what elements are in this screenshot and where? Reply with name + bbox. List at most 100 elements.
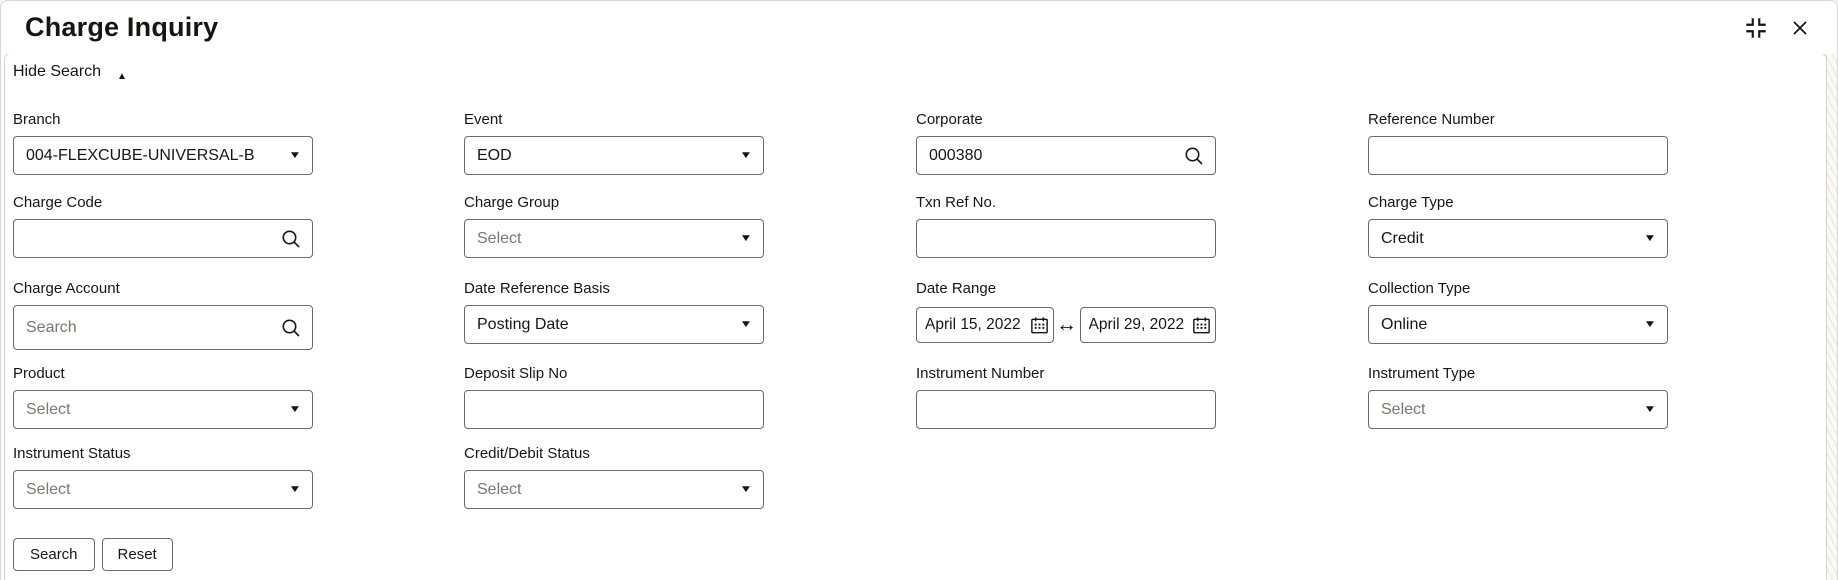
date-reference-basis-dropdown[interactable]: Posting Date ▼ <box>464 305 764 344</box>
charge-type-dropdown[interactable]: Credit ▼ <box>1368 219 1668 258</box>
field-charge-code: Charge Code <box>13 193 313 258</box>
search-icon[interactable] <box>280 228 302 250</box>
field-reference-number: Reference Number <box>1368 110 1668 175</box>
date-range-control: April 15, 2022 ↔ April <box>916 307 1216 343</box>
charge-account-lov-field <box>13 305 313 350</box>
corporate-input[interactable] <box>917 137 1215 174</box>
deposit-slip-no-input[interactable] <box>465 391 763 428</box>
field-credit-debit-status: Credit/Debit Status Select ▼ <box>464 444 764 509</box>
calendar-icon[interactable] <box>1191 315 1212 336</box>
calendar-icon[interactable] <box>1029 315 1050 336</box>
hide-search-toggle[interactable]: Hide Search ▲ <box>13 62 127 82</box>
instrument-status-dropdown[interactable]: Select ▼ <box>13 470 313 509</box>
date-from-field[interactable]: April 15, 2022 <box>916 307 1054 343</box>
field-charge-group: Charge Group Select ▼ <box>464 193 764 258</box>
field-deposit-slip-no: Deposit Slip No <box>464 364 764 429</box>
product-placeholder: Select <box>26 401 282 419</box>
reference-number-input[interactable] <box>1369 137 1667 174</box>
field-event: Event EOD ▼ <box>464 110 764 175</box>
field-label: Date Reference Basis <box>464 279 764 298</box>
date-reference-basis-value: Posting Date <box>477 316 733 334</box>
chevron-down-icon: ▼ <box>288 404 301 415</box>
date-to-value: April 29, 2022 <box>1089 316 1192 334</box>
chevron-up-icon: ▲ <box>117 71 127 82</box>
field-label: Event <box>464 110 764 129</box>
collapse-icon <box>1743 15 1769 41</box>
field-instrument-number: Instrument Number <box>916 364 1216 429</box>
page-title: Charge Inquiry <box>25 12 218 43</box>
chevron-down-icon: ▼ <box>739 233 752 244</box>
close-window-button[interactable] <box>1785 13 1815 43</box>
chevron-down-icon: ▼ <box>1643 233 1656 244</box>
range-arrow-icon: ↔ <box>1054 313 1080 337</box>
txn-ref-no-field <box>916 219 1216 258</box>
field-instrument-type: Instrument Type Select ▼ <box>1368 364 1668 429</box>
field-label: Charge Code <box>13 193 313 212</box>
field-label: Txn Ref No. <box>916 193 1216 212</box>
credit-debit-status-placeholder: Select <box>477 481 733 499</box>
chevron-down-icon: ▼ <box>288 150 301 161</box>
collection-type-value: Online <box>1381 316 1637 334</box>
collapse-window-button[interactable] <box>1741 13 1771 43</box>
field-label: Charge Type <box>1368 193 1668 212</box>
field-date-reference-basis: Date Reference Basis Posting Date ▼ <box>464 279 764 344</box>
field-label: Date Range <box>916 279 1216 298</box>
search-icon[interactable] <box>1183 145 1205 167</box>
charge-account-input[interactable] <box>14 306 312 349</box>
field-branch: Branch 004-FLEXCUBE-UNIVERSAL-B ▼ <box>13 110 313 175</box>
branch-value: 004-FLEXCUBE-UNIVERSAL-B <box>26 147 282 165</box>
search-button[interactable]: Search <box>13 538 95 571</box>
collection-type-dropdown[interactable]: Online ▼ <box>1368 305 1668 344</box>
field-corporate: Corporate <box>916 110 1216 175</box>
chevron-down-icon: ▼ <box>288 484 301 495</box>
chevron-down-icon: ▼ <box>739 150 752 161</box>
field-label: Charge Account <box>13 279 313 298</box>
field-charge-account: Charge Account <box>13 279 313 350</box>
instrument-type-placeholder: Select <box>1381 401 1637 419</box>
field-label: Reference Number <box>1368 110 1668 129</box>
field-label: Charge Group <box>464 193 764 212</box>
charge-type-value: Credit <box>1381 230 1637 248</box>
field-label: Instrument Type <box>1368 364 1668 383</box>
deposit-slip-no-field <box>464 390 764 429</box>
field-label: Product <box>13 364 313 383</box>
charge-inquiry-window: Charge Inquiry Hide Search <box>0 0 1838 580</box>
field-charge-type: Charge Type Credit ▼ <box>1368 193 1668 258</box>
instrument-type-dropdown[interactable]: Select ▼ <box>1368 390 1668 429</box>
field-label: Credit/Debit Status <box>464 444 764 463</box>
product-dropdown[interactable]: Select ▼ <box>13 390 313 429</box>
header-actions <box>1741 1 1815 54</box>
field-label: Collection Type <box>1368 279 1668 298</box>
field-instrument-status: Instrument Status Select ▼ <box>13 444 313 509</box>
chevron-down-icon: ▼ <box>1643 404 1656 415</box>
instrument-number-input[interactable] <box>917 391 1215 428</box>
charge-group-dropdown[interactable]: Select ▼ <box>464 219 764 258</box>
charge-code-input[interactable] <box>14 220 312 257</box>
reset-button[interactable]: Reset <box>102 538 173 571</box>
reference-number-field <box>1368 136 1668 175</box>
corporate-lov-field <box>916 136 1216 175</box>
window-header: Charge Inquiry <box>1 1 1837 54</box>
charge-group-placeholder: Select <box>477 230 733 248</box>
field-label: Corporate <box>916 110 1216 129</box>
hide-search-label: Hide Search <box>13 63 101 81</box>
field-label: Instrument Number <box>916 364 1216 383</box>
search-panel: Hide Search ▲ Branch 004-FLEXCUBE-UNIVER… <box>4 53 1827 580</box>
field-label: Instrument Status <box>13 444 313 463</box>
date-to-field[interactable]: April 29, 2022 <box>1080 307 1217 343</box>
close-icon <box>1790 18 1810 38</box>
branch-dropdown[interactable]: 004-FLEXCUBE-UNIVERSAL-B ▼ <box>13 136 313 175</box>
search-icon[interactable] <box>280 317 302 339</box>
event-dropdown[interactable]: EOD ▼ <box>464 136 764 175</box>
event-value: EOD <box>477 147 733 165</box>
date-from-value: April 15, 2022 <box>925 316 1029 334</box>
credit-debit-status-dropdown[interactable]: Select ▼ <box>464 470 764 509</box>
chevron-down-icon: ▼ <box>1643 319 1656 330</box>
field-product: Product Select ▼ <box>13 364 313 429</box>
chevron-down-icon: ▼ <box>739 319 752 330</box>
field-label: Deposit Slip No <box>464 364 764 383</box>
chevron-down-icon: ▼ <box>739 484 752 495</box>
form-actions: Search Reset <box>13 538 173 571</box>
txn-ref-no-input[interactable] <box>917 220 1215 257</box>
charge-code-lov-field <box>13 219 313 258</box>
